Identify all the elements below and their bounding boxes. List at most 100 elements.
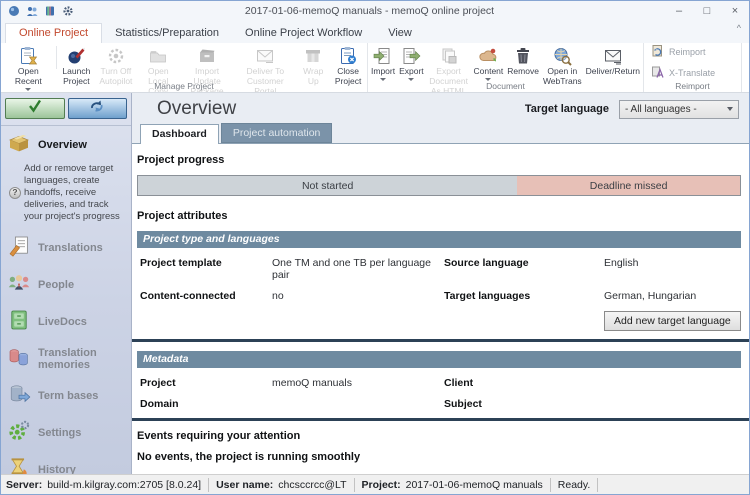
- ribbon-separator: [56, 46, 57, 69]
- sidebar-item-translation-memories[interactable]: Translation memories: [1, 340, 131, 377]
- history-hourglass-icon: [7, 456, 31, 474]
- export-html-icon: [439, 46, 459, 66]
- sidebar-item-term-bases[interactable]: Term bases: [1, 377, 131, 414]
- target-language-select[interactable]: - All languages -: [619, 100, 739, 119]
- tab-dashboard[interactable]: Dashboard: [140, 124, 219, 144]
- close-button[interactable]: ×: [721, 2, 749, 21]
- people-quick-icon[interactable]: [26, 5, 38, 17]
- sidebar-action-buttons: [1, 93, 131, 126]
- app-window: 2017-01-06-memoQ manuals - memoQ online …: [0, 0, 750, 495]
- overview-box-icon: [7, 131, 31, 158]
- open-recent-button[interactable]: Open Recent: [2, 44, 55, 81]
- term-bases-icon: [7, 382, 31, 409]
- open-in-webtrans-button[interactable]: Open in WebTrans: [541, 44, 584, 81]
- field-label: Content-connected: [140, 290, 272, 302]
- sidebar-item-label: Term bases: [38, 390, 98, 402]
- sidebar-item-translations[interactable]: Translations: [1, 229, 131, 266]
- content-header: Overview Target language - All languages…: [132, 93, 749, 123]
- ribbon-button-label: Content: [474, 67, 504, 77]
- deliver-return-button[interactable]: Deliver/Return: [584, 44, 642, 81]
- progress-segment-deadline-missed: Deadline missed: [517, 176, 740, 195]
- webtrans-globe-icon: [552, 46, 572, 66]
- ribbon-collapse-chevron-icon[interactable]: ^: [737, 23, 741, 33]
- reimport-icon: [651, 44, 665, 60]
- sidebar-item-livedocs[interactable]: LiveDocs: [1, 303, 131, 340]
- tab-project-automation[interactable]: Project automation: [221, 123, 333, 143]
- ribbon-group-document: Import Export Export Document As HTML Co…: [368, 43, 644, 92]
- open-recent-icon: [18, 46, 38, 66]
- section-header-metadata: Metadata: [137, 351, 741, 368]
- settings-gear-icon: [7, 419, 31, 446]
- dashboard-panel: Project progress Not started Deadline mi…: [132, 143, 749, 474]
- section-divider: [132, 418, 749, 421]
- section-divider: [132, 339, 749, 342]
- ribbon: Open Recent Launch Project Turn Off Auto…: [1, 43, 749, 93]
- confirm-button[interactable]: [5, 98, 65, 119]
- sidebar-item-label: Overview: [38, 139, 87, 151]
- ribbon-group-label: Document: [368, 81, 643, 91]
- export-document-as-html-button: Export Document As HTML: [426, 44, 472, 81]
- ribbon-tab-online-project[interactable]: Online Project: [5, 23, 102, 43]
- reimport-button: Reimport: [651, 44, 715, 60]
- field-label: Target languages: [444, 290, 604, 302]
- server-label: Server:: [6, 479, 42, 491]
- ribbon-tab-view[interactable]: View: [375, 24, 425, 43]
- export-button[interactable]: Export: [397, 44, 426, 81]
- sidebar-description-text: Add or remove target languages, create h…: [24, 163, 128, 222]
- import-button[interactable]: Import: [369, 44, 397, 81]
- chevron-down-icon: [727, 107, 733, 111]
- field-value: [272, 398, 444, 410]
- status-separator: [208, 478, 209, 492]
- sidebar-overview-description: ? Add or remove target languages, create…: [1, 163, 131, 229]
- server-value: build-m.kilgray.com:2705 [8.0.24]: [47, 479, 201, 491]
- page-title: Overview: [157, 98, 525, 120]
- sidebar-item-history[interactable]: History: [1, 451, 131, 474]
- status-separator: [354, 478, 355, 492]
- minimize-button[interactable]: –: [665, 2, 693, 21]
- close-project-button[interactable]: Close Project: [330, 44, 366, 81]
- field-value: English: [604, 257, 741, 281]
- gear-quick-icon[interactable]: [62, 5, 74, 17]
- field-label: Source language: [444, 257, 604, 281]
- livedocs-icon: [7, 308, 31, 335]
- content-tab-bar: Dashboard Project automation: [132, 123, 749, 143]
- book-quick-icon[interactable]: [44, 5, 56, 17]
- remove-button[interactable]: Remove: [505, 44, 541, 81]
- memoq-app-icon[interactable]: [8, 5, 20, 17]
- events-status-text: No events, the project is running smooth…: [137, 451, 741, 463]
- title-bar: 2017-01-06-memoQ manuals - memoQ online …: [1, 1, 749, 21]
- turn-off-autopilot-button: Turn Off Autopilot: [95, 44, 136, 81]
- sidebar-item-overview[interactable]: Overview: [1, 126, 131, 163]
- import-update-package-button: Import Update Package: [180, 44, 234, 81]
- deliver-to-customer-portal-button: Deliver To Customer Portal: [234, 44, 296, 81]
- x-translate-button: X-Translate: [651, 65, 715, 81]
- content-area: Overview Target language - All languages…: [132, 93, 749, 474]
- field-value: [604, 377, 741, 389]
- target-language-label: Target language: [525, 103, 609, 115]
- add-new-target-language-button[interactable]: Add new target language: [604, 311, 741, 331]
- sidebar: Overview ? Add or remove target language…: [1, 93, 132, 474]
- field-label: Domain: [140, 398, 272, 410]
- ribbon-tab-online-project-workflow[interactable]: Online Project Workflow: [232, 24, 375, 43]
- project-attributes-heading: Project attributes: [137, 210, 741, 222]
- maximize-button[interactable]: □: [693, 2, 721, 21]
- launch-project-button[interactable]: Launch Project: [58, 44, 96, 81]
- ribbon-group-label: Reimport: [644, 81, 741, 91]
- wrap-up-button: Wrap Up: [296, 44, 330, 81]
- sidebar-item-label: LiveDocs: [38, 316, 87, 328]
- export-document-icon: [401, 46, 421, 66]
- sidebar-item-people[interactable]: People: [1, 266, 131, 303]
- ribbon-button-label: Export: [399, 67, 424, 77]
- sidebar-item-settings[interactable]: Settings: [1, 414, 131, 451]
- project-label: Project:: [362, 479, 401, 491]
- sync-arrows-icon: [89, 99, 105, 118]
- ribbon-button-label: X-Translate: [669, 68, 715, 78]
- trash-icon: [513, 46, 533, 66]
- help-icon: ?: [9, 187, 21, 199]
- content-button[interactable]: Content: [472, 44, 506, 81]
- status-bar: Server: build-m.kilgray.com:2705 [8.0.24…: [1, 474, 749, 494]
- field-label: Project: [140, 377, 272, 389]
- target-language-value: - All languages -: [625, 104, 697, 115]
- sync-button[interactable]: [68, 98, 128, 119]
- ribbon-tab-statistics-preparation[interactable]: Statistics/Preparation: [102, 24, 232, 43]
